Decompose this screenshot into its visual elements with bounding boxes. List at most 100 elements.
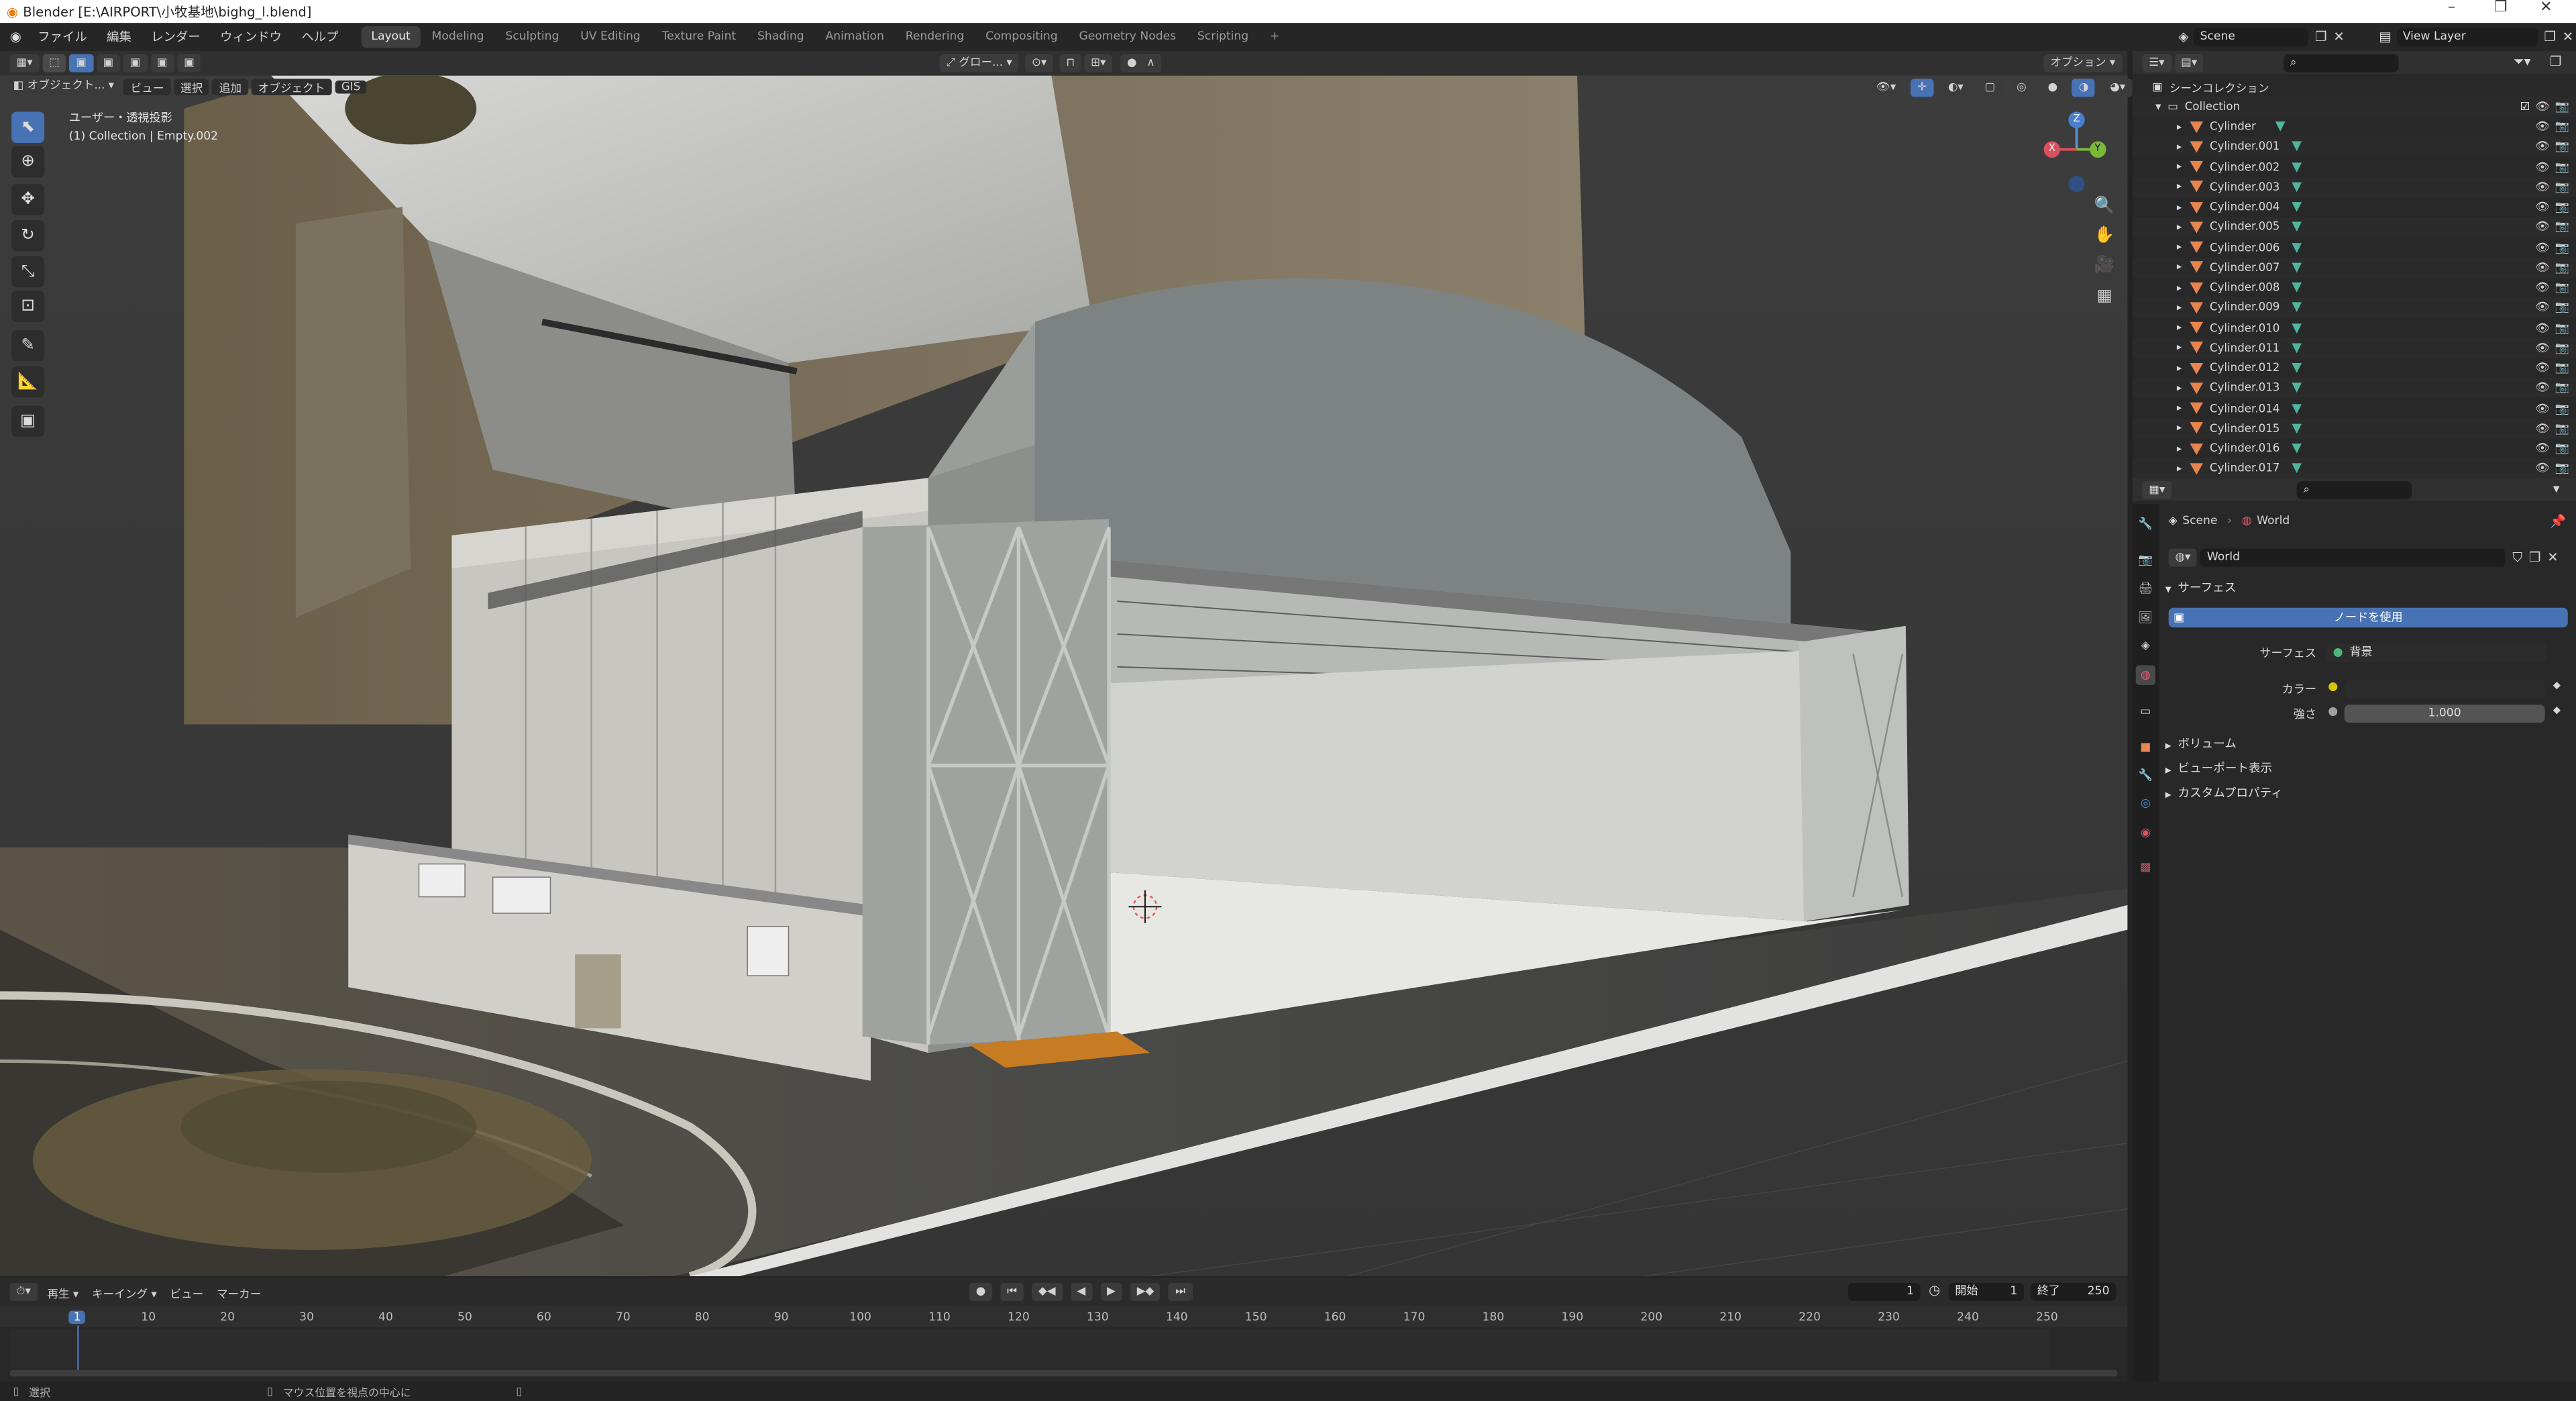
expand-arrow-icon[interactable]: ▸ [2177,262,2182,273]
visibility-eye-icon[interactable]: 👁 [2535,382,2550,395]
visibility-eye-icon[interactable]: 👁 [2535,241,2550,254]
menu-object[interactable]: オブジェクト [251,78,332,95]
mesh-data-icon[interactable] [2292,242,2302,252]
timeline-menu-marker[interactable]: マーカー [210,1284,268,1300]
properties-options-icon[interactable]: ▾ [2553,481,2560,496]
blender-menu-icon[interactable]: ◉ [0,30,28,44]
world-tab-icon[interactable]: ◍ [2135,665,2156,685]
tab-compositing[interactable]: Compositing [975,26,1067,48]
outliner-object-row[interactable]: ▸ Cylinder.012 👁 📷 [2133,358,2576,378]
mesh-data-icon[interactable] [2292,443,2302,454]
expand-arrow-icon[interactable]: ▸ [2177,322,2182,333]
pan-hand-icon[interactable]: ✋ [2090,221,2119,248]
color-keyframe-icon[interactable]: ◆ [2553,680,2561,691]
mesh-data-icon[interactable] [2292,282,2302,293]
outliner-object-row[interactable]: ▸ Cylinder.014 👁 📷 [2133,399,2576,418]
expand-arrow-icon[interactable]: ▸ [2177,221,2182,233]
expand-arrow-icon[interactable]: ▸ [2177,181,2182,193]
world-name-field[interactable]: World [2200,548,2506,567]
timeline-menu-keying[interactable]: キーイング ▾ [85,1284,163,1300]
collection-checkbox[interactable]: ☑ [2520,100,2530,113]
snap-toggle-icon[interactable]: ⊓ [1059,54,1082,72]
menu-edit[interactable]: 編集 [97,23,141,51]
select-mode-subtract-icon[interactable]: ▣ [123,54,148,72]
tool-tab-icon[interactable]: 🔧 [2136,514,2155,533]
mesh-data-icon[interactable] [2292,303,2302,313]
menu-select[interactable]: 選択 [174,78,210,95]
collection-render-icon[interactable]: 📷 [2555,100,2569,113]
snap-target-dropdown[interactable]: ⊞▾ [1084,54,1113,72]
tab-scripting[interactable]: Scripting [1187,26,1258,48]
menu-add[interactable]: 追加 [212,78,248,95]
outliner-object-row[interactable]: ▸ Cylinder.011 👁 📷 [2132,338,2576,358]
object-tab-icon[interactable]: ■ [2136,737,2155,757]
view-layer-remove-icon[interactable]: ✕ [2563,30,2573,44]
render-camera-icon[interactable]: 📷 [2555,342,2569,355]
outliner-object-row[interactable]: ▸ Cylinder.001 👁 📷 [2132,136,2576,157]
mesh-data-icon[interactable] [2292,382,2302,393]
outliner-object-row[interactable]: ▸ Cylinder.016 👁 📷 [2133,439,2576,458]
mesh-data-icon[interactable] [2275,121,2286,132]
expand-arrow-icon[interactable]: ▸ [2177,423,2182,434]
render-camera-icon[interactable]: 📷 [2555,160,2569,174]
world-browse-icon[interactable]: ◍▾ [2168,548,2198,567]
render-camera-icon[interactable]: 📷 [2555,301,2569,315]
viewport-display-panel-header[interactable]: ▸ ビューポート表示 [2165,758,2573,780]
outliner-object-row[interactable]: ▸ Cylinder.004 👁 📷 [2133,197,2576,217]
scale-tool-icon[interactable]: ⤡ [11,256,45,288]
camera-view-icon[interactable]: 🎥 [2090,252,2119,278]
mode-dropdown[interactable]: ◧ オブジェクト... ▾ [6,77,121,95]
jump-start-icon[interactable]: ⏮ [1000,1282,1024,1301]
visibility-eye-icon[interactable]: 👁 [2535,442,2550,456]
physics-tab-icon[interactable]: ◉ [2136,823,2155,842]
menu-render[interactable]: レンダー [142,23,211,51]
modifier-tab-icon[interactable]: 🔧 [2136,766,2155,785]
render-camera-icon[interactable]: 📷 [2555,281,2569,295]
wireframe-shading-icon[interactable]: ◎ [2010,79,2033,97]
visibility-eye-icon[interactable]: 👁 [2535,462,2550,476]
tab-layout[interactable]: Layout [361,26,421,48]
properties-search-input[interactable]: ⌕ [2296,481,2412,500]
close-button[interactable]: ✕ [2540,0,2552,16]
add-workspace-icon[interactable]: + [1260,26,1289,48]
outliner-object-row[interactable]: ▸ Cylinder.003 👁 📷 [2132,176,2576,197]
mesh-data-icon[interactable] [2292,423,2302,433]
tab-modeling[interactable]: Modeling [422,26,494,48]
scene-selector[interactable]: ◈ Scene ❐ ✕ [2178,28,2345,46]
render-camera-icon[interactable]: 📷 [2555,382,2569,395]
expand-arrow-icon[interactable]: ▸ [2177,141,2182,152]
render-camera-icon[interactable]: 📷 [2555,120,2569,134]
menu-help[interactable]: ヘルプ [292,23,348,51]
tab-shading[interactable]: Shading [747,26,814,48]
expand-arrow-icon[interactable]: ▸ [2177,443,2182,454]
annotate-tool-icon[interactable]: ✎ [11,330,45,362]
pivot-point-dropdown[interactable]: ⊙▾ [1025,54,1054,72]
gizmo-toggle-icon[interactable]: ✛ [1911,79,1933,97]
ortho-toggle-icon[interactable]: ▦ [2090,282,2119,309]
visibility-eye-icon[interactable]: 👁 [2535,362,2550,375]
collapse-arrow-icon[interactable]: ▾ [2155,100,2161,113]
material-shading-icon[interactable]: ◑ [2072,79,2096,97]
visibility-eye-icon[interactable]: 👁 [2535,140,2550,154]
collection-visibility-icon[interactable]: 👁 [2535,100,2550,113]
visibility-eye-icon[interactable]: 👁 [2535,180,2550,194]
visibility-eye-icon[interactable]: 👁 [2535,261,2550,274]
select-mode-new-icon[interactable]: ▣ [69,54,93,72]
outliner-object-row[interactable]: ▸ Cylinder.006 👁 📷 [2133,238,2576,257]
rendered-shading-icon[interactable]: ◕▾ [2103,79,2132,97]
view-layer-copy-icon[interactable]: ❐ [2544,30,2556,44]
use-nodes-button[interactable]: ▣ ノードを使用 [2168,607,2568,628]
view-layer-tab-icon[interactable]: 🖼 [2136,608,2155,627]
play-reverse-icon[interactable]: ◀ [1070,1282,1093,1301]
render-camera-icon[interactable]: 📷 [2555,241,2569,254]
record-icon[interactable]: ● [969,1282,993,1301]
maximize-button[interactable]: ❐ [2494,0,2508,16]
volume-panel-header[interactable]: ▸ ボリューム [2165,733,2573,756]
strength-keyframe-icon[interactable]: ◆ [2553,705,2561,716]
scene-collection-row[interactable]: ▣ シーンコレクション [2133,77,2576,97]
select-mode-intersect-icon[interactable]: ▣ [177,54,201,72]
transform-tool-icon[interactable]: ⊡ [11,291,45,322]
strength-field[interactable]: 1.000 [2344,705,2545,723]
collection-row[interactable]: ▾ ▭ Collection ☑ 👁 📷 [2132,97,2576,117]
tab-geometry-nodes[interactable]: Geometry Nodes [1069,26,1186,48]
